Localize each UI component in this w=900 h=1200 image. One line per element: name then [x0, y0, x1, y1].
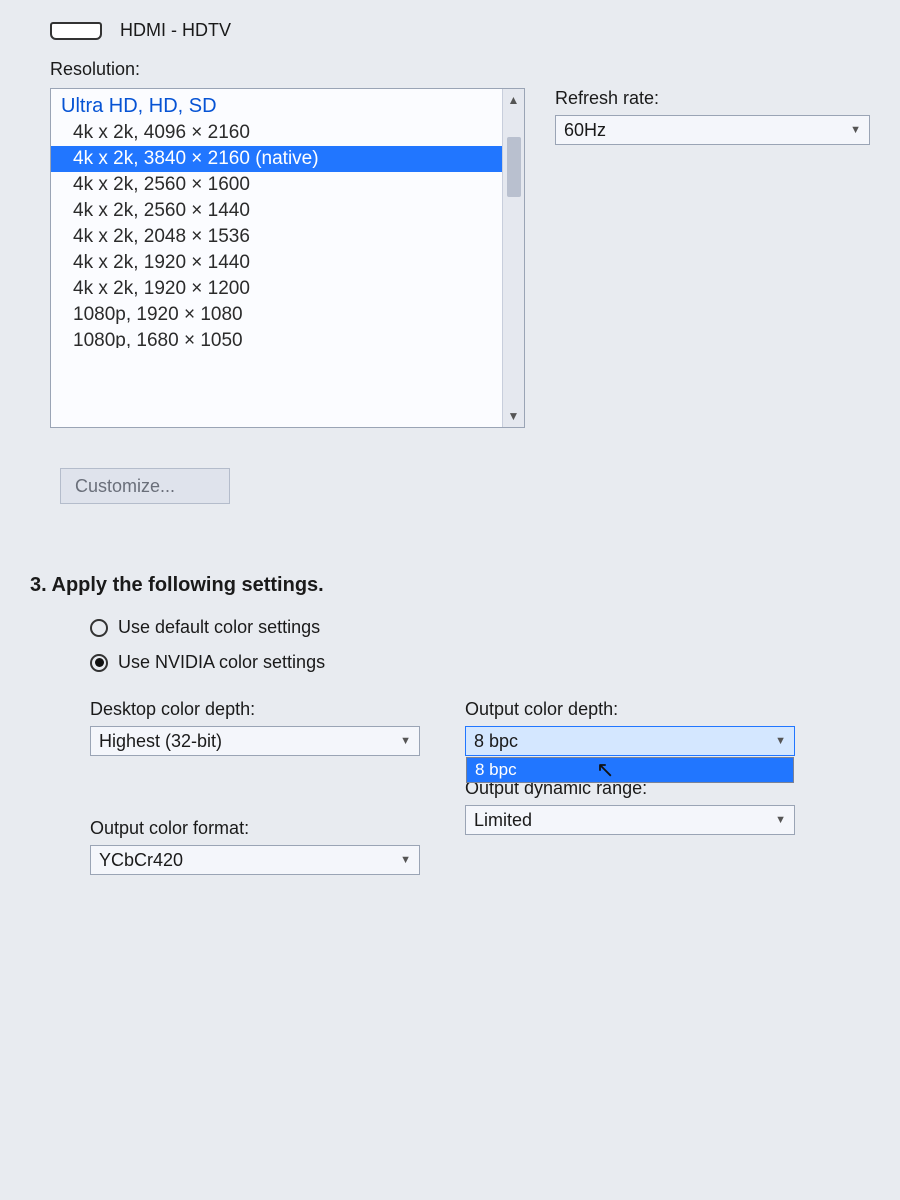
hdmi-icon [50, 22, 102, 40]
dropdown-option[interactable]: 8 bpc [467, 758, 793, 782]
refresh-rate-label: Refresh rate: [555, 88, 870, 109]
desktop-color-depth-dropdown[interactable]: Highest (32-bit) ▼ [90, 726, 420, 756]
desktop-color-depth-value: Highest (32-bit) [99, 731, 222, 752]
resolution-item[interactable]: 4k x 2k, 1920 × 1200 [51, 276, 524, 302]
radio-default-label: Use default color settings [118, 617, 320, 638]
customize-button[interactable]: Customize... [60, 468, 230, 504]
resolution-item[interactable]: 4k x 2k, 2560 × 1440 [51, 198, 524, 224]
resolution-item[interactable]: 4k x 2k, 3840 × 2160 (native) [51, 146, 524, 172]
resolution-item[interactable]: 1080p, 1920 × 1080 [51, 302, 524, 328]
section-3-heading: 3. Apply the following settings. [30, 574, 870, 597]
resolution-listbox[interactable]: Ultra HD, HD, SD 4k x 2k, 4096 × 2160 4k… [50, 88, 525, 428]
chevron-down-icon: ▼ [400, 735, 411, 747]
chevron-down-icon: ▼ [775, 814, 786, 826]
output-color-format-dropdown[interactable]: YCbCr420 ▼ [90, 845, 420, 875]
radio-nvidia-label: Use NVIDIA color settings [118, 652, 325, 673]
resolution-item[interactable]: 4k x 2k, 2048 × 1536 [51, 224, 524, 250]
refresh-rate-value: 60Hz [564, 120, 606, 141]
output-color-depth-options[interactable]: 8 bpc [466, 757, 794, 783]
output-dynamic-range-value: Limited [474, 810, 532, 831]
output-color-format-label: Output color format: [90, 818, 420, 839]
chevron-down-icon: ▼ [400, 854, 411, 866]
output-color-depth-dropdown[interactable]: 8 bpc ▼ ↖ 8 bpc [465, 726, 795, 756]
refresh-rate-dropdown[interactable]: 60Hz ▼ [555, 115, 870, 145]
scrollbar-thumb[interactable] [507, 137, 521, 197]
scroll-down-arrow-icon[interactable]: ▼ [503, 405, 525, 427]
scrollbar[interactable]: ▲ ▼ [502, 89, 524, 427]
radio-default-color[interactable]: Use default color settings [90, 617, 870, 638]
scroll-up-arrow-icon[interactable]: ▲ [503, 89, 525, 111]
radio-icon [90, 619, 108, 637]
resolution-item[interactable]: 1080p, 1680 × 1050 [51, 328, 524, 348]
radio-icon [90, 654, 108, 672]
connector-label: HDMI - HDTV [120, 20, 231, 41]
chevron-down-icon: ▼ [850, 124, 861, 136]
radio-nvidia-color[interactable]: Use NVIDIA color settings [90, 652, 870, 673]
chevron-down-icon: ▼ [775, 735, 786, 747]
resolution-item[interactable]: 4k x 2k, 4096 × 2160 [51, 120, 524, 146]
output-color-depth-value: 8 bpc [474, 731, 518, 752]
resolution-item[interactable]: 4k x 2k, 1920 × 1440 [51, 250, 524, 276]
customize-button-label: Customize... [75, 476, 175, 497]
resolution-label: Resolution: [50, 59, 870, 80]
output-color-depth-label: Output color depth: [465, 699, 795, 720]
resolution-group-header: Ultra HD, HD, SD [51, 89, 524, 120]
output-color-format-value: YCbCr420 [99, 850, 183, 871]
output-dynamic-range-dropdown[interactable]: Limited ▼ [465, 805, 795, 835]
desktop-color-depth-label: Desktop color depth: [90, 699, 420, 720]
resolution-item[interactable]: 4k x 2k, 2560 × 1600 [51, 172, 524, 198]
